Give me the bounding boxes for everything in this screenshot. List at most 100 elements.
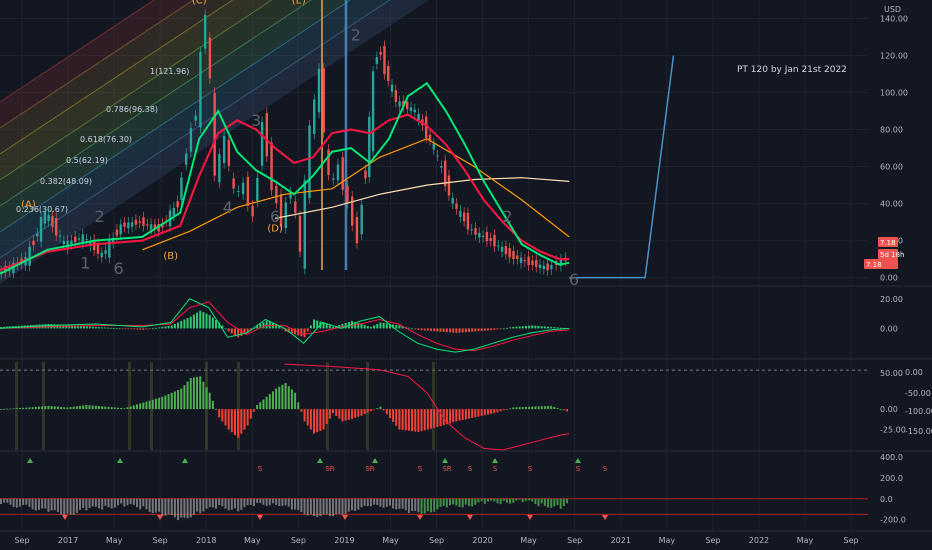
oscillator-histogram-bar	[28, 407, 31, 410]
oscillator-histogram-bar	[553, 406, 556, 410]
oscillator-histogram-bar	[332, 409, 335, 414]
oscillator-histogram-bar	[556, 408, 559, 410]
oscillator-histogram-bar	[407, 409, 410, 431]
macd-histogram-bar	[109, 327, 112, 329]
price-candle	[96, 243, 100, 254]
signal-histogram-bar	[436, 498, 439, 510]
oscillator-histogram-bar	[110, 407, 113, 410]
signal-histogram-bar	[528, 498, 531, 501]
signal-histogram-bar	[132, 498, 135, 505]
time-axis-tick: Sep	[567, 536, 582, 545]
macd-histogram-bar	[502, 328, 505, 330]
oscillator-histogram-bar	[164, 395, 167, 410]
oscillator-histogram-bar	[180, 388, 183, 410]
price-candle	[208, 37, 212, 79]
price-axis-tick: 0.00	[880, 274, 898, 283]
oscillator-histogram-bar	[360, 409, 363, 416]
signal-histogram-bar	[94, 498, 97, 507]
macd-histogram-bar	[224, 328, 227, 330]
macd-histogram-bar	[41, 324, 44, 329]
price-candle	[227, 139, 231, 166]
signal-histogram-bar	[75, 498, 78, 513]
signal-histogram-bar	[499, 498, 502, 505]
signal-histogram-bar	[120, 498, 123, 504]
macd-histogram-bar	[471, 328, 474, 332]
signal-histogram-bar	[233, 498, 236, 509]
price-axis-tick: 120.00	[880, 52, 908, 61]
oscillator-histogram-bar	[322, 409, 325, 430]
oscillator-stripe	[432, 362, 435, 450]
price-candle	[341, 157, 344, 190]
macd-histogram-bar	[483, 328, 486, 331]
oscillator-histogram-bar	[50, 406, 53, 410]
oscillator-histogram-bar	[240, 409, 243, 434]
price-candle	[180, 177, 183, 201]
oscillator-histogram-bar	[63, 407, 66, 410]
price-candle	[379, 51, 382, 55]
wave-label: 6	[270, 207, 280, 226]
price-candle	[527, 256, 530, 266]
signal-histogram-bar	[215, 498, 218, 509]
oscillator-histogram-bar	[306, 409, 309, 426]
signal-histogram-bar	[502, 498, 505, 501]
signal-histogram-bar	[69, 498, 72, 515]
signal-histogram-bar	[496, 498, 499, 504]
signal-histogram-bar	[547, 498, 550, 508]
signal-histogram-bar	[464, 498, 467, 505]
time-axis-tick: May	[106, 536, 123, 545]
oscillator-histogram-bar	[218, 409, 221, 418]
signal-histogram-bar	[91, 498, 94, 507]
signal-histogram-bar	[79, 498, 82, 511]
price-candle	[546, 263, 549, 271]
time-axis-tick: May	[382, 536, 399, 545]
oscillator-histogram-bar	[550, 405, 553, 410]
time-axis-tick: Sep	[844, 536, 859, 545]
oscillator-histogram-bar	[151, 399, 154, 410]
wave-label: 2	[95, 207, 105, 226]
macd-histogram-bar	[124, 328, 127, 330]
oscillator-histogram-bar	[284, 382, 287, 410]
time-axis-tick: Sep	[14, 536, 29, 545]
oscillator-histogram-bar	[22, 407, 25, 410]
signal-histogram-bar	[186, 498, 189, 519]
signal-histogram-bar	[344, 498, 347, 515]
signal-histogram-bar	[113, 498, 116, 508]
oscillator-histogram-bar	[224, 409, 227, 426]
oscillator-histogram-bar	[34, 406, 37, 410]
time-axis-tick: 2018	[196, 536, 216, 545]
signal-histogram-bar	[116, 498, 119, 506]
price-candle	[322, 68, 325, 133]
oscillator-histogram-bar	[107, 406, 110, 410]
price-axis-tick: 40.00	[880, 200, 903, 209]
price-candle	[55, 218, 58, 236]
macd-histogram-bar	[376, 323, 379, 329]
oscillator-histogram-bar	[502, 409, 505, 411]
oscillator-histogram-bar	[414, 409, 417, 432]
oscillator-histogram-bar	[423, 409, 426, 431]
oscillator-histogram-bar	[262, 399, 265, 410]
oscillator-histogram-bar	[467, 409, 470, 419]
price-candle	[519, 257, 523, 264]
oscillator-histogram-bar	[528, 406, 531, 410]
macd-histogram-bar	[439, 328, 442, 332]
macd-histogram-bar	[499, 328, 502, 330]
signal-axis-tick: 400.0	[880, 453, 903, 462]
macd-histogram-bar	[121, 328, 124, 330]
oscillator-histogram-bar	[404, 409, 407, 431]
signal-histogram-bar	[262, 498, 265, 505]
macd-histogram-bar	[177, 322, 180, 329]
oscillator-histogram-bar	[388, 409, 391, 419]
oscillator-histogram-bar	[41, 406, 44, 410]
oscillator-histogram-bar	[271, 391, 274, 410]
oscillator-histogram-bar	[490, 409, 493, 414]
price-candle	[455, 203, 458, 210]
oscillator-histogram-bar	[227, 409, 230, 430]
price-axis-tick: 60.00	[880, 163, 903, 172]
macd-histogram-bar	[518, 326, 521, 329]
oscillator-histogram-bar	[0, 409, 2, 410]
oscillator-histogram-bar	[158, 397, 161, 410]
macd-histogram-bar	[133, 328, 136, 330]
oscillator-histogram-bar	[319, 409, 322, 431]
oscillator-histogram-bar	[420, 409, 423, 432]
signal-histogram-bar	[458, 498, 461, 508]
